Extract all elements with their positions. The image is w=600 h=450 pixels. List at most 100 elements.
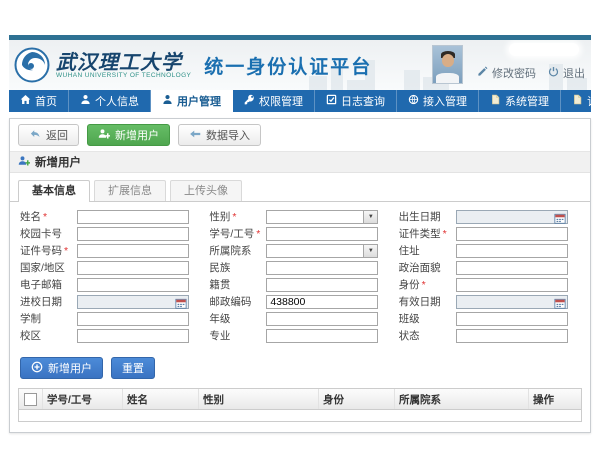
id-type-input[interactable] — [456, 227, 568, 241]
form-field-ethnicity: 民族 — [209, 259, 390, 276]
column-header-5: 所属院系 — [395, 389, 529, 409]
nav-item-system-management[interactable]: 系统管理 — [479, 90, 561, 112]
name-input[interactable] — [77, 210, 189, 224]
form-field-campus-card: 校园卡号 — [20, 225, 201, 242]
submit-label: 新增用户 — [48, 360, 92, 376]
calendar-icon[interactable] — [554, 211, 566, 222]
valid-date-input[interactable] — [456, 295, 568, 309]
gender-select[interactable]: ▼ — [266, 210, 378, 224]
field-label: 班级 — [399, 311, 456, 326]
field-label: 民族 — [209, 260, 266, 275]
column-header-3: 性别 — [199, 389, 319, 409]
nav-item-profile[interactable]: 个人信息 — [69, 90, 151, 112]
campus-input[interactable] — [77, 329, 189, 343]
nav-item-home[interactable]: 首页 — [9, 90, 69, 112]
identity-input[interactable] — [456, 278, 568, 292]
grade-input[interactable] — [266, 312, 378, 326]
data-import-button[interactable]: 数据导入 — [178, 124, 261, 146]
form-field-class: 班级 — [399, 310, 580, 327]
user-icon — [162, 94, 173, 108]
submit-add-user-button[interactable]: 新增用户 — [20, 357, 103, 379]
column-header-2: 姓名 — [123, 389, 199, 409]
back-arrow-icon — [29, 128, 41, 143]
tab-basic-info[interactable]: 基本信息 — [18, 180, 90, 202]
tab-upload-avatar[interactable]: 上传头像 — [170, 180, 242, 201]
required-star: * — [232, 211, 236, 223]
study-length-input[interactable] — [77, 312, 189, 326]
postal-code-input[interactable] — [266, 295, 378, 309]
column-header-6: 操作 — [529, 389, 581, 409]
field-label: 专业 — [209, 328, 266, 343]
toolbar: 返回 新增用户 数据导入 — [10, 119, 590, 152]
ethnicity-input[interactable] — [266, 261, 378, 275]
field-label: 住址 — [399, 243, 456, 258]
field-label: 有效日期 — [399, 294, 456, 309]
campus-card-input[interactable] — [77, 227, 189, 241]
home-icon — [20, 94, 31, 108]
university-wordmark: 武汉理工大学 WUHAN UNIVERSITY OF TECHNOLOGY — [56, 51, 191, 79]
form-field-political-status: 政治面貌 — [399, 259, 580, 276]
nav-item-access-management[interactable]: 接入管理 — [397, 90, 479, 112]
entry-date-input[interactable] — [77, 295, 189, 309]
form-field-native-place: 籍贯 — [209, 276, 390, 293]
form-field-grade: 年级 — [209, 310, 390, 327]
main-nav: 首页个人信息用户管理权限管理日志查询接入管理系统管理订阅管理 — [9, 90, 591, 112]
field-label: 年级 — [209, 311, 266, 326]
birth-date-input[interactable] — [456, 210, 568, 224]
field-label: 状态 — [399, 328, 456, 343]
add-user-toolbar-button[interactable]: 新增用户 — [87, 124, 170, 146]
id-number-input[interactable] — [77, 244, 189, 258]
nav-item-log-query[interactable]: 日志查询 — [315, 90, 397, 112]
field-label: 姓名* — [20, 209, 77, 224]
tab-strip: 基本信息扩展信息上传头像 — [10, 173, 590, 202]
field-label: 籍贯 — [209, 277, 266, 292]
status-input[interactable] — [456, 329, 568, 343]
field-label: 国家/地区 — [20, 260, 77, 275]
native-place-input[interactable] — [266, 278, 378, 292]
form-field-major: 专业 — [209, 327, 390, 344]
back-label: 返回 — [46, 127, 68, 143]
form-field-name: 姓名* — [20, 208, 201, 225]
nav-item-subscription-management[interactable]: 订阅管理 — [561, 90, 600, 112]
form-field-department: 所属院系▼ — [209, 242, 390, 259]
field-label: 证件类型* — [399, 226, 456, 241]
reset-button[interactable]: 重置 — [111, 357, 155, 379]
app-window: 武汉理工大学 WUHAN UNIVERSITY OF TECHNOLOGY 统一… — [9, 35, 591, 433]
calendar-icon[interactable] — [175, 296, 187, 307]
field-label: 电子邮箱 — [20, 277, 77, 292]
country-region-input[interactable] — [77, 261, 189, 275]
major-input[interactable] — [266, 329, 378, 343]
back-button[interactable]: 返回 — [18, 124, 79, 146]
calendar-icon[interactable] — [554, 296, 566, 307]
nav-item-permission-management[interactable]: 权限管理 — [233, 90, 315, 112]
nav-item-label: 订阅管理 — [587, 93, 600, 109]
nav-item-label: 权限管理 — [259, 93, 303, 109]
plus-circle-icon — [31, 361, 43, 376]
form-field-identity: 身份* — [399, 276, 580, 293]
department-select[interactable]: ▼ — [266, 244, 378, 258]
person-add-icon — [98, 128, 110, 143]
tab-extended-info[interactable]: 扩展信息 — [94, 180, 166, 201]
nav-item-label: 系统管理 — [505, 93, 549, 109]
address-input[interactable] — [456, 244, 568, 258]
form-field-address: 住址 — [399, 242, 580, 259]
class-input[interactable] — [456, 312, 568, 326]
field-label: 学制 — [20, 311, 77, 326]
form-field-postal-code: 邮政编码 — [209, 293, 390, 310]
nav-item-label: 接入管理 — [423, 93, 467, 109]
logout-button[interactable]: 退出 — [548, 65, 585, 81]
data-import-label: 数据导入 — [206, 127, 250, 143]
form-field-entry-date: 进校日期 — [20, 293, 201, 310]
student-id-input[interactable] — [266, 227, 378, 241]
required-star: * — [256, 228, 260, 240]
change-password-button[interactable]: 修改密码 — [477, 65, 536, 81]
add-user-toolbar-label: 新增用户 — [115, 127, 159, 143]
email-input[interactable] — [77, 278, 189, 292]
political-status-input[interactable] — [456, 261, 568, 275]
nav-item-user-management[interactable]: 用户管理 — [151, 90, 233, 112]
platform-title: 统一身份认证平台 — [204, 52, 372, 79]
select-all-checkbox[interactable] — [24, 393, 37, 406]
required-star: * — [422, 279, 426, 291]
university-name-zh: 武汉理工大学 — [56, 51, 191, 73]
required-star: * — [64, 245, 68, 257]
